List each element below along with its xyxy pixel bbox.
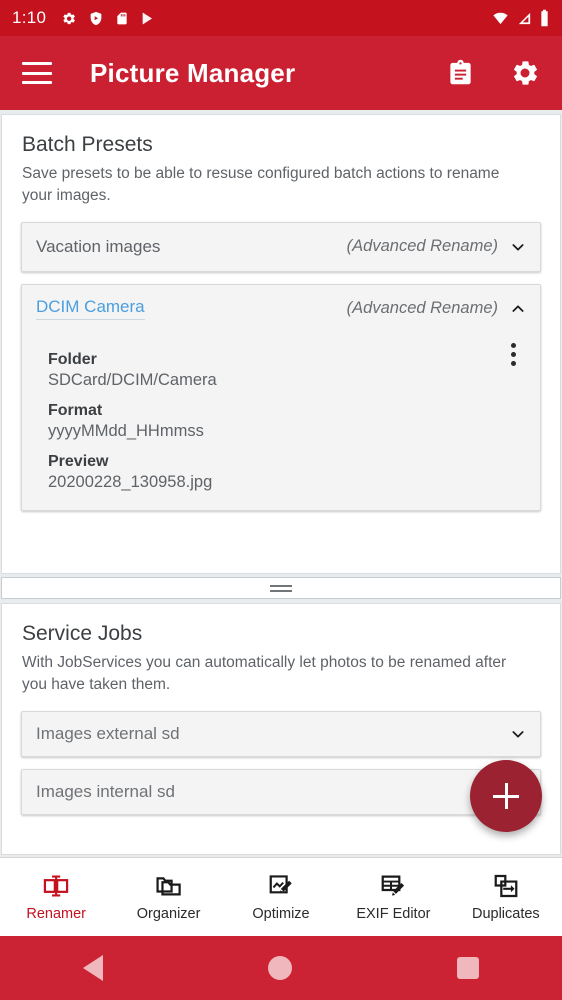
job-card-images-internal-sd[interactable]: Images internal sd [21,768,541,815]
batch-presets-panel: Batch Presets Save presets to be able to… [1,114,561,574]
page-title: Picture Manager [90,57,296,88]
preset-type: (Advanced Rename) [346,237,498,256]
overflow-menu-icon[interactable] [502,341,524,369]
rename-cursor-icon [44,875,69,897]
signal-icon [518,12,531,24]
preset-header[interactable]: DCIM Camera (Advanced Rename) [22,285,540,333]
nav-item-duplicates[interactable]: Duplicates [450,872,562,922]
app-screen: 1:10 Picture Manager Batch Presets Save … [0,0,562,1000]
wifi-icon [493,12,508,24]
play-store-icon [142,12,153,24]
back-triangle-icon[interactable] [82,955,103,981]
preset-card-vacation-images[interactable]: Vacation images (Advanced Rename) [21,221,541,272]
drag-handle-icon [270,584,292,592]
preset-card-dcim-camera[interactable]: DCIM Camera (Advanced Rename) Folder SDC… [21,283,541,511]
nav-label: Duplicates [471,906,540,922]
preset-header[interactable]: Vacation images (Advanced Rename) [22,223,540,271]
battery-icon [541,9,548,27]
folder-copy-icon [156,877,181,896]
recents-square-icon[interactable] [457,957,480,979]
service-jobs-description: With JobServices you can automatically l… [22,654,507,694]
batch-presets-title: Batch Presets [22,133,153,156]
table-edit-icon [382,875,405,896]
preset-name: DCIM Camera [36,297,145,321]
chevron-up-icon[interactable] [510,301,526,317]
sdcard-icon [117,12,127,24]
app-bar: Picture Manager [0,36,562,110]
status-right-icons [491,9,550,27]
home-circle-icon[interactable] [267,956,292,980]
status-time: 1:10 [12,8,47,27]
hamburger-icon[interactable] [22,62,52,84]
chevron-down-icon[interactable] [510,239,526,255]
add-button[interactable] [470,760,542,832]
gear-icon [63,12,76,24]
nav-label: Optimize [252,906,310,922]
job-name: Images internal sd [36,781,175,801]
status-bar: 1:10 [0,0,562,36]
detail-value-folder: SDCard/DCIM/Camera [48,370,217,389]
batch-presets-description: Save presets to be able to resuse config… [22,165,500,205]
nav-item-renamer[interactable]: Renamer [0,872,112,922]
app-bar-actions [447,58,540,88]
service-jobs-title: Service Jobs [22,622,143,645]
preset-type: (Advanced Rename) [346,299,498,318]
nav-label: EXIF Editor [356,906,431,922]
job-card-images-external-sd[interactable]: Images external sd [21,710,541,757]
nav-item-exif-editor[interactable]: EXIF Editor [337,872,449,922]
clipboard-icon[interactable] [447,58,474,88]
panel-resize-handle[interactable] [1,577,561,599]
android-navigation-bar [0,936,562,1000]
shield-play-icon [90,11,102,25]
bottom-navigation: Renamer Organizer Optimize EXIF Editor D… [0,857,562,936]
gear-icon[interactable] [510,58,540,88]
nav-label: Organizer [136,906,201,922]
service-jobs-panel: Service Jobs With JobServices you can au… [1,603,561,855]
main-content: Batch Presets Save presets to be able to… [0,110,562,857]
nav-item-optimize[interactable]: Optimize [225,872,337,922]
job-name: Images external sd [36,723,180,743]
detail-label-format: Format [48,401,103,419]
detail-value-preview: 20200228_130958.jpg [48,472,213,491]
detail-label-preview: Preview [48,452,109,470]
detail-value-format: yyyyMMdd_HHmmss [48,421,204,440]
chevron-down-icon[interactable] [510,726,526,742]
preset-details: Folder SDCard/DCIM/Camera Format yyyyMMd… [22,333,540,510]
duplicate-icon [494,874,518,898]
preset-name: Vacation images [36,236,161,256]
detail-label-folder: Folder [48,350,97,368]
nav-item-organizer[interactable]: Organizer [112,872,224,922]
image-edit-icon [269,875,292,894]
nav-label: Renamer [26,906,87,922]
status-left-icons [60,10,156,27]
